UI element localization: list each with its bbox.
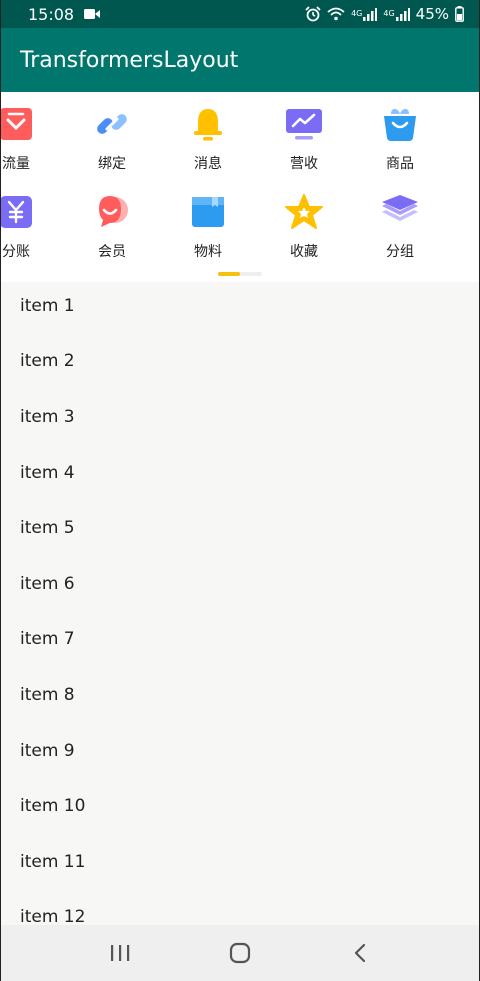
wifi-icon bbox=[327, 7, 345, 21]
grid-track[interactable]: 流量 绑定 消息 营收 商品 分账 会员 物料 收藏 分组 bbox=[0, 92, 480, 282]
transformers-grid[interactable]: 流量 绑定 消息 营收 商品 分账 会员 物料 收藏 分组 bbox=[0, 92, 480, 282]
list-item[interactable]: item 10 bbox=[0, 778, 480, 834]
grid-item-label: 流量 bbox=[2, 156, 30, 172]
grid-item-group[interactable]: 分组 bbox=[352, 180, 448, 268]
item-list[interactable]: item 1 item 2 item 3 item 4 item 5 item … bbox=[0, 278, 480, 945]
screen-edge-left bbox=[0, 0, 1, 981]
system-nav-bar bbox=[0, 925, 480, 981]
grid-item-traffic[interactable]: 流量 bbox=[0, 92, 64, 180]
back-icon[interactable] bbox=[340, 933, 380, 973]
yuan-icon bbox=[0, 192, 36, 232]
status-bar: 15:08 4G 4G 45% bbox=[0, 0, 480, 28]
list-item[interactable]: item 11 bbox=[0, 834, 480, 890]
grid-item-label: 绑定 bbox=[98, 156, 126, 172]
list-item[interactable]: item 4 bbox=[0, 445, 480, 501]
grid-item-message[interactable]: 消息 bbox=[160, 92, 256, 180]
video-record-icon bbox=[84, 5, 101, 24]
grid-item-label: 收藏 bbox=[290, 244, 318, 260]
battery-icon bbox=[455, 6, 464, 22]
traffic-icon bbox=[0, 104, 36, 144]
grid-item-label: 消息 bbox=[194, 156, 222, 172]
list-item[interactable]: item 2 bbox=[0, 334, 480, 390]
box-icon bbox=[188, 192, 228, 232]
app-bar: TransformersLayout bbox=[0, 28, 480, 92]
recent-apps-icon[interactable] bbox=[100, 933, 140, 973]
grid-item-label: 分组 bbox=[386, 244, 414, 260]
grid-item-split[interactable]: 分账 bbox=[0, 180, 64, 268]
grid-item-device[interactable]: 设备 bbox=[448, 92, 480, 180]
grid-item-material[interactable]: 物料 bbox=[160, 180, 256, 268]
network-label: 4G bbox=[351, 9, 363, 18]
list-item[interactable]: item 9 bbox=[0, 723, 480, 779]
home-icon[interactable] bbox=[220, 933, 260, 973]
list-item[interactable]: item 1 bbox=[0, 278, 480, 334]
app-title: TransformersLayout bbox=[20, 47, 239, 73]
list-item[interactable]: item 8 bbox=[0, 667, 480, 723]
layers-icon bbox=[380, 192, 420, 232]
member-icon bbox=[92, 192, 132, 232]
star-icon bbox=[284, 192, 324, 232]
list-item[interactable]: item 6 bbox=[0, 556, 480, 612]
battery-percent: 45% bbox=[415, 5, 449, 23]
signal-icon: 4G bbox=[351, 7, 378, 21]
list-item[interactable]: item 3 bbox=[0, 389, 480, 445]
alarm-icon bbox=[305, 6, 321, 22]
grid-item-goods[interactable]: 商品 bbox=[352, 92, 448, 180]
grid-item-revenue[interactable]: 营收 bbox=[256, 92, 352, 180]
grid-item-label: 会员 bbox=[98, 244, 126, 260]
grid-item-label: 物料 bbox=[194, 244, 222, 260]
grid-item-member-2[interactable]: 会员 bbox=[448, 180, 480, 268]
shopping-bag-icon bbox=[380, 104, 420, 144]
list-item[interactable]: item 5 bbox=[0, 500, 480, 556]
monitor-chart-icon bbox=[284, 104, 324, 144]
grid-item-label: 分账 bbox=[2, 244, 30, 260]
grid-item-member[interactable]: 会员 bbox=[64, 180, 160, 268]
grid-item-label: 商品 bbox=[386, 156, 414, 172]
page-indicator bbox=[218, 272, 262, 276]
network-label: 4G bbox=[383, 9, 395, 18]
grid-item-bind[interactable]: 绑定 bbox=[64, 92, 160, 180]
status-time: 15:08 bbox=[28, 4, 75, 24]
indicator-thumb bbox=[218, 272, 240, 276]
grid-item-label: 营收 bbox=[290, 156, 318, 172]
list-item[interactable]: item 7 bbox=[0, 612, 480, 668]
bell-icon bbox=[188, 104, 228, 144]
grid-item-favorite[interactable]: 收藏 bbox=[256, 180, 352, 268]
link-icon bbox=[92, 104, 132, 144]
signal-icon: 4G bbox=[383, 7, 410, 21]
